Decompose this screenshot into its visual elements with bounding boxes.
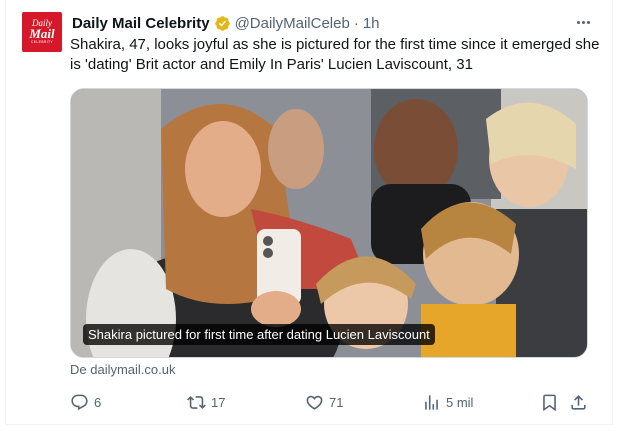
tweet-header: Daily Mail Celebrity @DailyMailCeleb · 1…: [72, 13, 380, 33]
account-handle[interactable]: @DailyMailCeleb: [235, 15, 350, 32]
reply-button[interactable]: 6: [70, 392, 101, 412]
separator-dot: ·: [353, 14, 359, 32]
views-button[interactable]: 5 mil: [422, 392, 473, 412]
link-source[interactable]: De dailymail.co.uk: [70, 362, 176, 377]
media-card[interactable]: Shakira pictured for first time after da…: [70, 88, 588, 358]
views-count: 5 mil: [446, 394, 474, 410]
heart-icon: [306, 395, 323, 410]
reply-icon: [71, 394, 88, 410]
bookmark-button[interactable]: [540, 392, 559, 412]
share-button[interactable]: [569, 392, 588, 412]
like-count: 71: [329, 394, 344, 410]
action-bar: 6 17 71 5 mil: [70, 392, 590, 412]
verified-badge-icon[interactable]: [214, 15, 231, 32]
more-dots-icon[interactable]: [573, 12, 593, 32]
share-icon: [571, 394, 586, 410]
views-chart-icon: [425, 394, 438, 410]
repost-button[interactable]: 17: [187, 392, 225, 412]
avatar-logo-text: CELEBRITY: [30, 40, 54, 44]
news-photo: [71, 89, 587, 357]
bookmark-icon: [543, 394, 556, 411]
timestamp[interactable]: 1h: [363, 15, 380, 32]
repost-icon: [187, 395, 206, 409]
account-name[interactable]: Daily Mail Celebrity: [72, 15, 210, 32]
like-button[interactable]: 71: [305, 392, 343, 412]
avatar[interactable]: Daily Mail CELEBRITY: [22, 12, 62, 52]
tweet-text: Shakira, 47, looks joyful as she is pict…: [70, 36, 600, 73]
repost-count: 17: [211, 394, 226, 410]
reply-count: 6: [94, 394, 102, 410]
media-caption: Shakira pictured for first time after da…: [83, 324, 435, 345]
avatar-logo-text: Mail: [29, 26, 55, 41]
